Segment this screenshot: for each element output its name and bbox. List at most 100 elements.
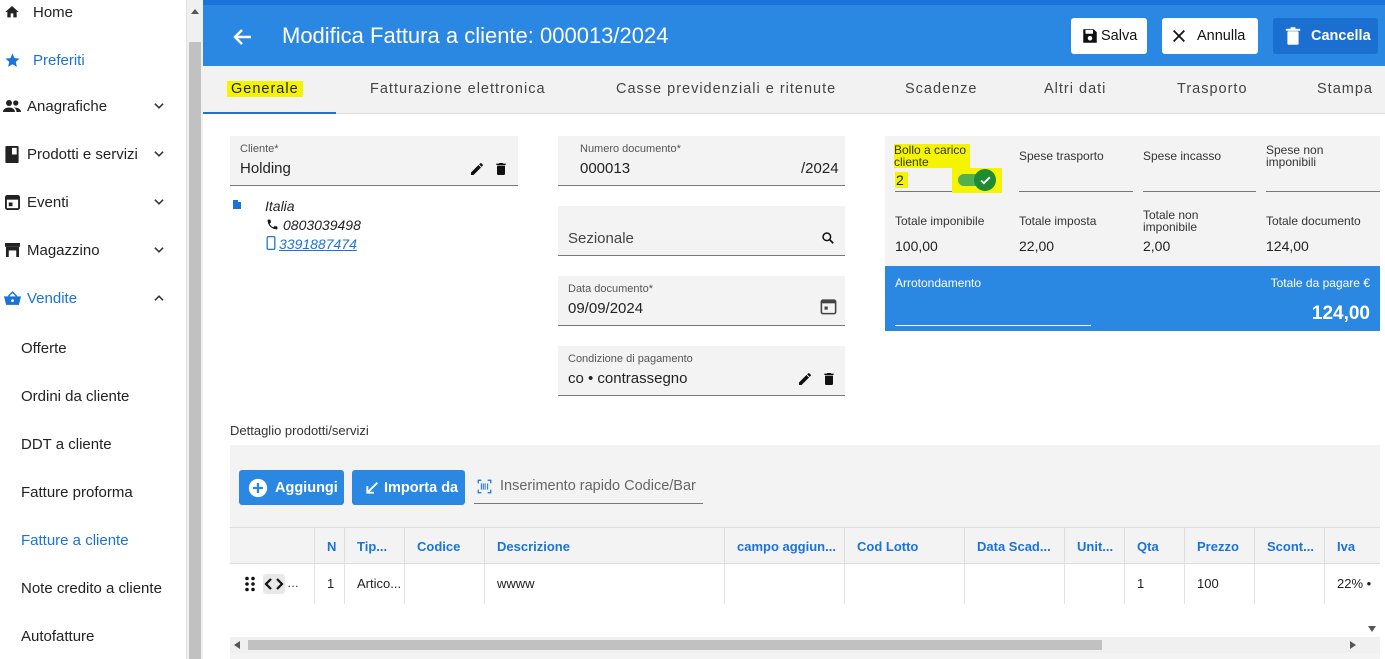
spese-incasso-input[interactable] <box>1143 191 1256 192</box>
arrow-down-left-icon <box>366 481 378 494</box>
sidebar-subitem-ddt[interactable]: DDT a cliente <box>0 420 186 468</box>
drag-handle-icon[interactable] <box>244 576 256 592</box>
totale-imposta-value: 22,00 <box>1019 238 1055 254</box>
sidebar-item-preferiti[interactable]: Preferiti <box>0 36 186 84</box>
spese-trasporto-input[interactable] <box>1019 191 1133 192</box>
tab-generale[interactable]: Generale <box>227 81 303 97</box>
sidebar-item-label: Home <box>33 3 74 21</box>
sidebar-subitem-label: Ordini da cliente <box>21 387 130 405</box>
tab-altri-dati[interactable]: Altri dati <box>1044 81 1106 97</box>
cell-iva: 22% • <box>1324 564 1380 604</box>
totale-da-pagare-label: Totale da pagare € <box>1270 276 1370 290</box>
cell-descrizione: wwww <box>484 564 724 604</box>
edit-icon[interactable] <box>469 161 485 177</box>
back-arrow-icon[interactable] <box>231 25 255 49</box>
quick-insert-input[interactable]: Inserimento rapido Codice/Bar <box>474 475 703 504</box>
cell-tipo: Artico... <box>344 564 404 604</box>
table-row[interactable]: … 1 Artico... wwww 1 100 22% • <box>230 564 1380 604</box>
sidebar-subitem-label: DDT a cliente <box>21 435 112 453</box>
spese-trasporto-label: Spese trasporto <box>1019 149 1104 163</box>
scroll-right-arrow-icon[interactable] <box>1350 641 1356 649</box>
column-header-tipo[interactable]: Tip... <box>344 528 404 565</box>
sidebar-item-vendite[interactable]: Vendite <box>0 274 186 322</box>
tab-casse-previdenziali[interactable]: Casse previdenziali e ritenute <box>616 81 836 97</box>
sidebar-item-prodotti[interactable]: Prodotti e servizi <box>0 130 186 178</box>
sidebar-subitem-proforma[interactable]: Fatture proforma <box>0 468 186 516</box>
scroll-down-arrow-icon[interactable] <box>1368 626 1376 632</box>
sidebar-item-magazzino[interactable]: Magazzino <box>0 226 186 274</box>
sidebar-subitem-fatture[interactable]: Fatture a cliente <box>0 516 186 564</box>
condizione-pagamento-value: co • contrassegno <box>568 370 688 387</box>
scroll-up-arrow-icon[interactable] <box>191 9 199 14</box>
add-row-button[interactable]: Aggiungi <box>239 470 344 505</box>
column-header-lotto[interactable]: Cod Lotto <box>844 528 964 565</box>
bollo-value[interactable]: 2 <box>895 172 908 188</box>
condizione-pagamento-field[interactable]: Condizione di pagamento co • contrassegn… <box>558 346 845 396</box>
chevron-up-icon <box>154 295 164 301</box>
sidebar-item-anagrafiche[interactable]: Anagrafiche <box>0 82 186 130</box>
column-header-campo[interactable]: campo aggiun... <box>724 528 844 565</box>
cell-codice <box>404 564 484 604</box>
cell-scadenza <box>964 564 1064 604</box>
tab-scadenze[interactable]: Scadenze <box>905 81 978 97</box>
sidebar-scrollbar[interactable] <box>186 0 203 659</box>
cliente-field[interactable]: Cliente* Holding <box>230 136 518 186</box>
cell-unita <box>1064 564 1124 604</box>
grid-horizontal-scrollbar[interactable] <box>230 637 1380 653</box>
search-icon[interactable] <box>821 231 835 245</box>
grid-empty-area <box>230 604 1380 637</box>
column-header-iva[interactable]: Iva <box>1324 528 1380 565</box>
scrollbar-thumb[interactable] <box>189 42 201 659</box>
delete-icon[interactable] <box>493 161 509 177</box>
trash-icon <box>1285 27 1301 45</box>
column-header-n[interactable]: N <box>314 528 336 565</box>
column-header-scadenza[interactable]: Data Scad... <box>964 528 1064 565</box>
tab-stampa[interactable]: Stampa <box>1317 81 1373 97</box>
calendar-icon[interactable] <box>819 297 838 316</box>
totale-non-imponibile-value: 2,00 <box>1143 238 1171 254</box>
client-mobile-link[interactable]: 3391887474 <box>279 236 357 252</box>
detail-grid: Aggiungi Importa da Inserimento rapido C… <box>230 445 1380 659</box>
column-header-prezzo[interactable]: Prezzo <box>1184 528 1254 565</box>
delete-button[interactable]: Cancella <box>1273 18 1378 54</box>
sidebar-subitem-autofatture[interactable]: Autofatture <box>0 612 186 659</box>
spese-non-imponibili-input[interactable] <box>1266 191 1380 192</box>
sidebar-item-eventi[interactable]: Eventi <box>0 178 186 226</box>
scroll-left-arrow-icon[interactable] <box>234 641 240 649</box>
cell-lotto <box>844 564 964 604</box>
column-header-descrizione[interactable]: Descrizione <box>484 528 724 565</box>
arrotondamento-input[interactable] <box>895 325 1091 326</box>
totale-documento-value: 124,00 <box>1266 238 1309 254</box>
code-view-button[interactable] <box>263 574 285 594</box>
cell-sconto <box>1254 564 1324 604</box>
sidebar-item-home[interactable]: Home <box>0 0 186 36</box>
save-button[interactable]: Salva <box>1071 18 1147 54</box>
mobile-icon <box>266 236 276 250</box>
tab-trasporto[interactable]: Trasporto <box>1177 81 1248 97</box>
sidebar-subitem-ordini[interactable]: Ordini da cliente <box>0 372 186 420</box>
import-button[interactable]: Importa da <box>352 470 465 505</box>
column-header-codice[interactable]: Codice <box>404 528 484 565</box>
numero-documento-label: Numero documento* <box>580 143 681 155</box>
column-header-unita[interactable]: Unit... <box>1064 528 1124 565</box>
save-icon <box>1083 29 1097 43</box>
data-documento-field[interactable]: Data documento* 09/09/2024 <box>558 276 845 326</box>
delete-icon[interactable] <box>821 371 837 387</box>
sidebar-subitem-label: Fatture proforma <box>21 483 133 501</box>
scrollbar-thumb[interactable] <box>248 640 1102 650</box>
bollo-label: Bollo a carico cliente <box>894 144 970 168</box>
sidebar-item-label: Vendite <box>27 289 78 307</box>
sidebar-subitem-label: Autofatture <box>21 627 95 645</box>
column-header-qta[interactable]: Qta <box>1124 528 1184 565</box>
sezionale-field[interactable]: Sezionale <box>558 206 845 256</box>
edit-icon[interactable] <box>797 371 813 387</box>
cancel-button[interactable]: Annulla <box>1162 18 1258 54</box>
column-header-sconto[interactable]: Scont... <box>1254 528 1324 565</box>
cell-n: 1 <box>314 564 344 604</box>
chevron-down-icon <box>154 151 164 157</box>
tab-fatturazione-elettronica[interactable]: Fatturazione elettronica <box>370 81 546 97</box>
numero-documento-field[interactable]: Numero documento* 000013 /2024 <box>558 136 845 186</box>
sidebar-subitem-note-credito[interactable]: Note credito a cliente <box>0 564 186 612</box>
bollo-toggle[interactable] <box>974 169 996 191</box>
sidebar-subitem-offerte[interactable]: Offerte <box>0 324 186 372</box>
